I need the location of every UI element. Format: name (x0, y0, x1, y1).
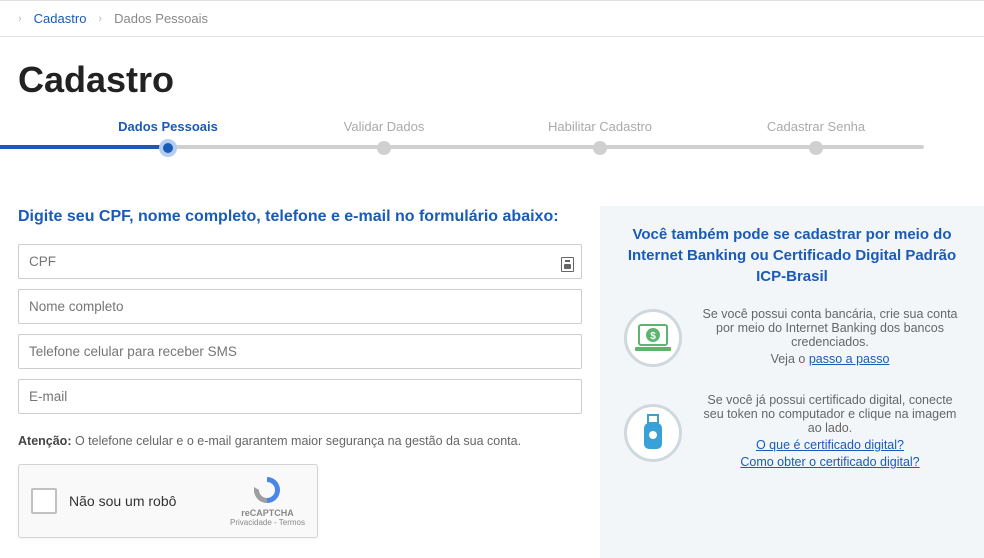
alternative-signup-panel: Você também pode se cadastrar por meio d… (600, 206, 984, 558)
phone-input[interactable] (18, 334, 582, 369)
what-is-cert-link[interactable]: O que é certificado digital? (756, 438, 904, 452)
step-dados-pessoais: Dados Pessoais (60, 119, 276, 160)
page-title: Cadastro (0, 37, 984, 119)
attention-text: Atenção: O telefone celular e o e-mail g… (18, 434, 582, 448)
svg-text:$: $ (650, 331, 656, 342)
step-dot-icon (593, 141, 607, 155)
step-validar-dados: Validar Dados (276, 119, 492, 160)
recaptcha-widget[interactable]: Não sou um robô reCAPTCHA Privacidade - … (18, 464, 318, 538)
form-heading: Digite seu CPF, nome completo, telefone … (18, 206, 582, 228)
step-cadastrar-senha: Cadastrar Senha (708, 119, 924, 160)
breadcrumb-link-cadastro[interactable]: Cadastro (34, 11, 87, 26)
form-panel: Digite seu CPF, nome completo, telefone … (0, 206, 600, 558)
step-dot-icon (809, 141, 823, 155)
step-label: Validar Dados (276, 119, 492, 142)
recaptcha-checkbox[interactable] (31, 488, 57, 514)
step-dot-icon (159, 139, 177, 157)
recaptcha-label: Não sou um robô (69, 493, 230, 509)
recaptcha-icon (251, 474, 283, 506)
cert-info-text: Se você já possui certificado digital, c… (700, 393, 960, 435)
recaptcha-privacy-link[interactable]: Privacidade (230, 518, 272, 527)
bank-info-text: Se você possui conta bancária, crie sua … (700, 307, 960, 349)
step-label: Cadastrar Senha (708, 119, 924, 142)
alt-panel-heading: Você também pode se cadastrar por meio d… (624, 224, 960, 287)
recaptcha-terms-link[interactable]: Termos (279, 518, 305, 527)
progress-stepper: Dados Pessoais Validar Dados Habilitar C… (0, 119, 984, 188)
step-label: Habilitar Cadastro (492, 119, 708, 142)
usb-token-icon[interactable] (624, 404, 682, 462)
bank-laptop-icon[interactable]: $ (624, 309, 682, 367)
chevron-right-icon: › (18, 13, 22, 25)
passo-a-passo-link[interactable]: passo a passo (809, 352, 890, 366)
how-get-cert-link[interactable]: Como obter o certificado digital? (740, 455, 919, 469)
chevron-right-icon: › (98, 13, 102, 25)
email-input[interactable] (18, 379, 582, 414)
step-dot-icon (377, 141, 391, 155)
breadcrumb: › Cadastro › Dados Pessoais (0, 0, 984, 37)
name-input[interactable] (18, 289, 582, 324)
recaptcha-logo: reCAPTCHA Privacidade - Termos (230, 474, 305, 527)
contact-card-icon (561, 257, 574, 272)
breadcrumb-current: Dados Pessoais (114, 11, 208, 26)
cpf-input[interactable] (18, 244, 582, 279)
digital-certificate-block: Se você já possui certificado digital, c… (624, 393, 960, 472)
internet-banking-block: $ Se você possui conta bancária, crie su… (624, 307, 960, 369)
step-habilitar-cadastro: Habilitar Cadastro (492, 119, 708, 160)
